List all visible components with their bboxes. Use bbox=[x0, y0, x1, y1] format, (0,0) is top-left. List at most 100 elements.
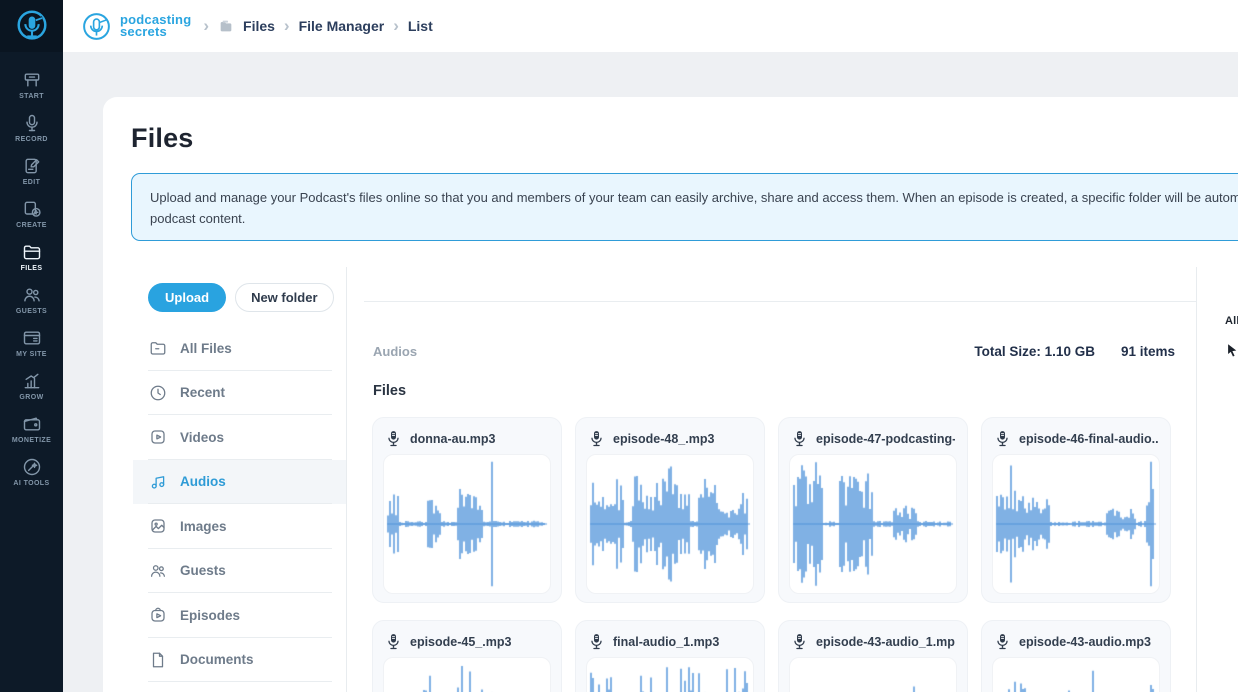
file-card[interactable]: episode-43-audio.mp3 bbox=[981, 620, 1171, 692]
category-label: Documents bbox=[180, 652, 254, 668]
sidebar-item-start[interactable]: START bbox=[0, 64, 63, 107]
waveform-canvas bbox=[384, 455, 550, 593]
cursor-icon bbox=[1228, 344, 1237, 357]
file-card-header: episode-45_.mp3 bbox=[373, 621, 561, 650]
sidebar-item-label: FILES bbox=[20, 265, 43, 272]
breadcrumb: › Files › File Manager › List bbox=[203, 15, 433, 35]
file-name: final-audio_1.mp3 bbox=[613, 634, 720, 649]
waveform-panel bbox=[992, 454, 1160, 594]
folder-icon bbox=[149, 339, 167, 357]
file-card[interactable]: final-audio_1.mp3 bbox=[575, 620, 765, 692]
waveform-panel bbox=[383, 657, 551, 692]
sidebar-item-label: RECORD bbox=[15, 136, 48, 143]
brand-wordmark: podcasting secrets bbox=[120, 13, 191, 39]
waveform-panel bbox=[383, 454, 551, 594]
category-label: Recent bbox=[180, 385, 226, 401]
sidebar-item-ai-tools[interactable]: AI TOOLS bbox=[0, 451, 63, 494]
file-name: episode-47-podcasting-... bbox=[816, 431, 955, 446]
waveform-panel bbox=[992, 657, 1160, 692]
file-name: donna-au.mp3 bbox=[410, 431, 496, 446]
file-name: episode-48_.mp3 bbox=[613, 431, 715, 446]
video-icon bbox=[149, 428, 167, 446]
waveform-canvas bbox=[993, 455, 1159, 593]
waveform-canvas bbox=[587, 658, 753, 692]
file-card[interactable]: episode-43-audio_1.mp3 bbox=[778, 620, 968, 692]
microphone-icon bbox=[792, 430, 807, 447]
info-banner-line-2: podcast content. bbox=[150, 211, 246, 226]
info-banner-line-1: Upload and manage your Podcast's files o… bbox=[150, 190, 1238, 205]
app-sidebar: START RECORD EDIT CREATE FILES GUESTS MY SITE G… bbox=[0, 0, 63, 692]
file-card[interactable]: episode-45_.mp3 bbox=[372, 620, 562, 692]
sidebar-item-my-site[interactable]: MY SITE bbox=[0, 322, 63, 365]
category-item-recent[interactable]: Recent bbox=[133, 371, 346, 416]
microphone-icon bbox=[22, 113, 42, 133]
file-card-header: episode-43-audio_1.mp3 bbox=[779, 621, 967, 650]
category-item-all-files[interactable]: All Files bbox=[133, 326, 346, 371]
waveform-canvas bbox=[384, 658, 550, 692]
microphone-icon bbox=[589, 633, 604, 650]
breadcrumb-item-file-manager[interactable]: File Manager bbox=[299, 18, 385, 34]
new-folder-button[interactable]: New folder bbox=[235, 283, 334, 312]
upload-button[interactable]: Upload bbox=[148, 283, 227, 312]
file-card-header: episode-48_.mp3 bbox=[576, 418, 764, 447]
sidebar-item-label: MY SITE bbox=[16, 351, 47, 358]
right-rail-title: All Files bbox=[1225, 315, 1238, 327]
waveform-canvas bbox=[993, 658, 1159, 692]
file-card[interactable]: episode-48_.mp3 bbox=[575, 417, 765, 603]
category-label: Episodes bbox=[180, 607, 241, 623]
microphone-icon bbox=[792, 633, 807, 650]
category-item-images[interactable]: Images bbox=[133, 504, 346, 549]
sidebar-item-grow[interactable]: GROW bbox=[0, 365, 63, 408]
sidebar-item-edit[interactable]: EDIT bbox=[0, 150, 63, 193]
info-banner: Upload and manage your Podcast's files o… bbox=[131, 173, 1238, 241]
sidebar-item-label: EDIT bbox=[22, 179, 41, 186]
category-label: Images bbox=[180, 518, 227, 534]
file-card-header: donna-au.mp3 bbox=[373, 418, 561, 447]
category-item-videos[interactable]: Videos bbox=[133, 415, 346, 460]
clock-icon bbox=[149, 384, 167, 402]
breadcrumb-separator: › bbox=[203, 15, 210, 35]
file-category-list: All Files Recent Videos Audios Images Guests E… bbox=[133, 326, 346, 692]
sidebar-item-record[interactable]: RECORD bbox=[0, 107, 63, 150]
breadcrumb-item-list[interactable]: List bbox=[408, 18, 433, 34]
files-meta-row: Audios Total Size: 1.10 GB 91 items bbox=[373, 344, 1175, 359]
breadcrumb-separator: › bbox=[283, 15, 290, 35]
file-card-header: episode-47-podcasting-... bbox=[779, 418, 967, 447]
select-tool[interactable]: Select bbox=[1225, 343, 1238, 358]
file-name: episode-43-audio.mp3 bbox=[1019, 634, 1151, 649]
files-icon bbox=[22, 242, 42, 262]
category-item-episodes[interactable]: Episodes bbox=[133, 593, 346, 638]
sidebar-item-label: START bbox=[19, 93, 44, 100]
file-card-header: final-audio_1.mp3 bbox=[576, 621, 764, 650]
music-icon bbox=[149, 473, 167, 491]
file-card[interactable]: episode-46-final-audio.... bbox=[981, 417, 1171, 603]
sidebar-item-guests[interactable]: GUESTS bbox=[0, 279, 63, 322]
microphone-icon bbox=[386, 430, 401, 447]
sidebar-item-files[interactable]: FILES bbox=[0, 236, 63, 279]
category-item-audios[interactable]: Audios bbox=[133, 459, 346, 504]
file-category-panel: Upload New folder All Files Recent Videos A… bbox=[133, 267, 347, 692]
app-logo[interactable] bbox=[0, 0, 63, 52]
breadcrumb-separator: › bbox=[393, 15, 399, 35]
brand-logo[interactable]: podcasting secrets bbox=[80, 10, 191, 43]
browser-icon bbox=[22, 328, 42, 348]
category-item-starred[interactable]: Starred bbox=[133, 682, 346, 692]
files-grid-heading: Files bbox=[373, 383, 407, 399]
category-item-documents[interactable]: Documents bbox=[133, 638, 346, 683]
waveform-panel bbox=[789, 657, 957, 692]
total-size-label: Total Size: 1.10 GB bbox=[974, 344, 1095, 359]
sidebar-item-create[interactable]: CREATE bbox=[0, 193, 63, 236]
file-card[interactable]: episode-47-podcasting-... bbox=[778, 417, 968, 603]
file-card[interactable]: donna-au.mp3 bbox=[372, 417, 562, 603]
brand-line-2: secrets bbox=[120, 24, 167, 39]
file-name: episode-43-audio_1.mp3 bbox=[816, 634, 955, 649]
sidebar-item-label: AI TOOLS bbox=[13, 480, 50, 487]
breadcrumb-item-files[interactable]: Files bbox=[243, 18, 275, 34]
file-card-header: episode-46-final-audio.... bbox=[982, 418, 1170, 447]
sidebar-item-monetize[interactable]: MONETIZE bbox=[0, 408, 63, 451]
waveform-panel bbox=[586, 454, 754, 594]
waveform-panel bbox=[789, 454, 957, 594]
episode-icon bbox=[149, 606, 167, 624]
chart-icon bbox=[22, 371, 42, 391]
category-item-guests[interactable]: Guests bbox=[133, 549, 346, 594]
